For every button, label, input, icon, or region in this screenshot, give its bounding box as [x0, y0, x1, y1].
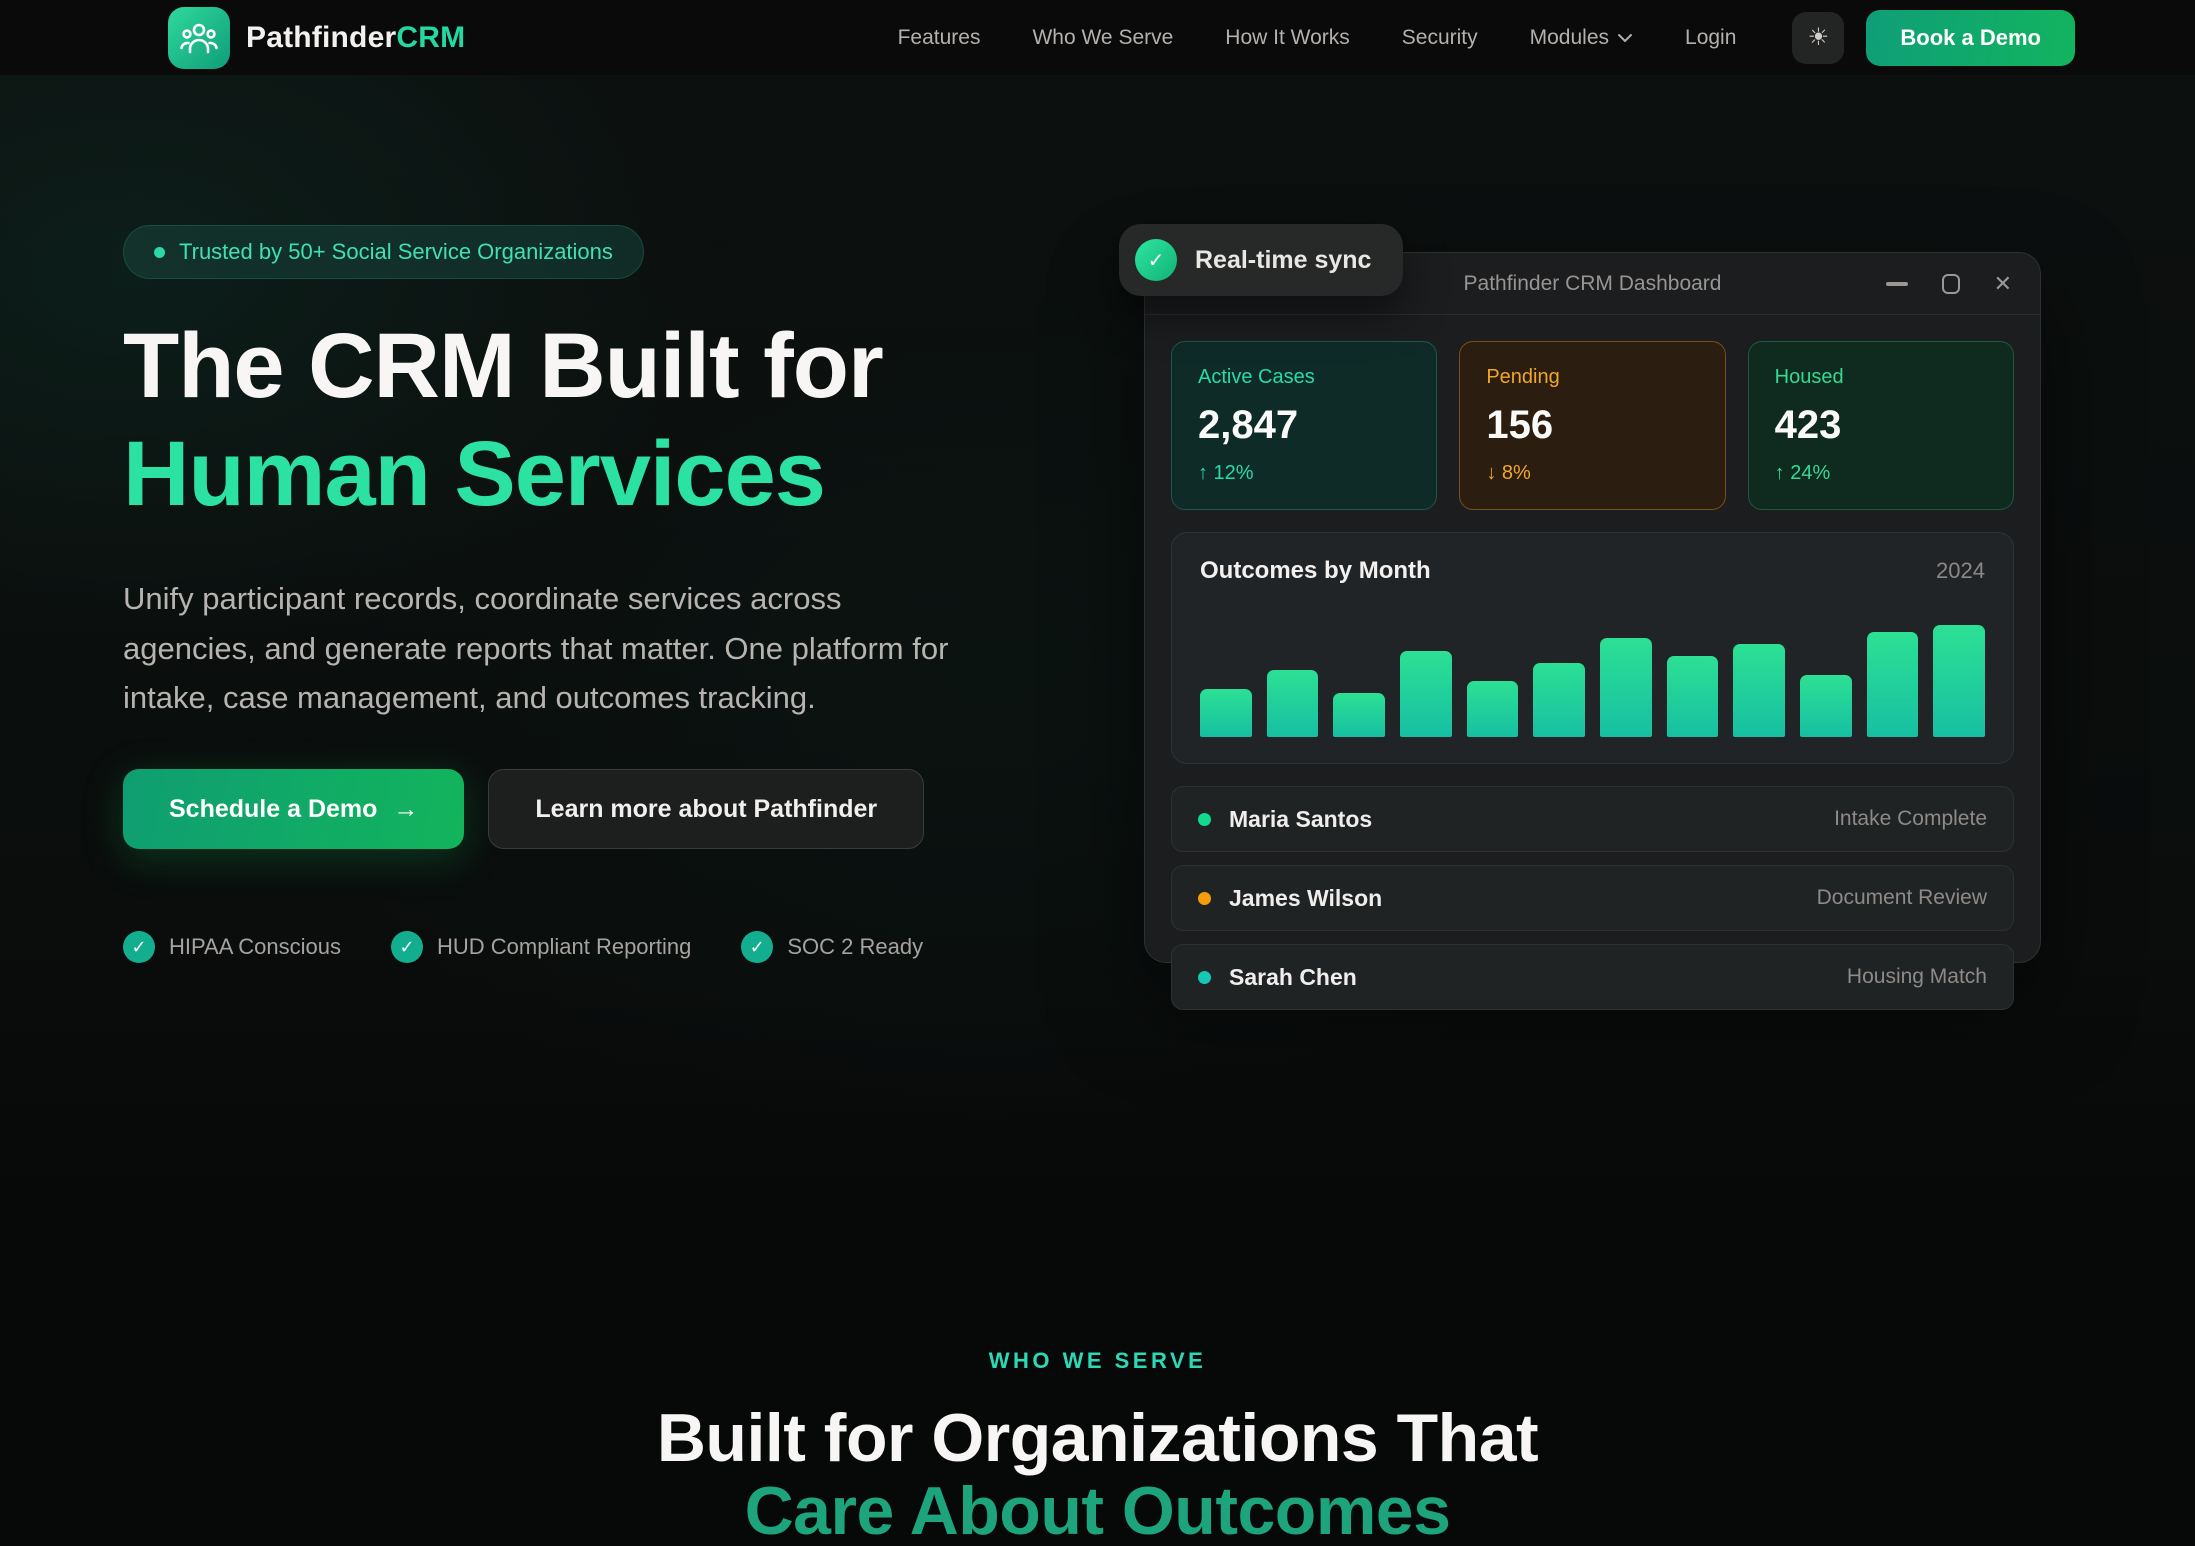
- check-circle-icon: ✓: [123, 931, 155, 963]
- hero-cta-row: Schedule a Demo → Learn more about Pathf…: [123, 769, 1023, 849]
- hero-content: Trusted by 50+ Social Service Organizati…: [123, 225, 1023, 963]
- trust-badges-row: ✓ HIPAA Conscious ✓ HUD Compliant Report…: [123, 931, 1023, 963]
- who-we-serve-section: WHO WE SERVE Built for Organizations Tha…: [0, 1176, 2195, 1546]
- outcome-bar: [1333, 693, 1385, 737]
- sync-label: Real-time sync: [1195, 246, 1371, 275]
- nav-item-who-we-serve[interactable]: Who We Serve: [1032, 26, 1173, 50]
- stat-card-active-cases: Active Cases 2,847 ↑ 12%: [1171, 341, 1437, 510]
- outcome-bar: [1400, 651, 1452, 737]
- nav-item-modules[interactable]: Modules: [1530, 26, 1633, 50]
- section-title: Built for Organizations That Care About …: [0, 1402, 2195, 1546]
- badge-dot: [154, 247, 165, 258]
- close-button[interactable]: ✕: [1994, 271, 2012, 297]
- hero-title: The CRM Built for Human Services: [123, 313, 1023, 528]
- window-body: Active Cases 2,847 ↑ 12% Pending 156 ↓ 8…: [1145, 315, 2040, 1036]
- hero-title-line1: The CRM Built for: [123, 315, 883, 417]
- stat-card-pending: Pending 156 ↓ 8%: [1459, 341, 1725, 510]
- nav-item-login[interactable]: Login: [1685, 26, 1736, 50]
- case-row-james-wilson[interactable]: James Wilson Document Review: [1171, 865, 2014, 931]
- section-eyebrow: WHO WE SERVE: [0, 1348, 2195, 1374]
- close-icon: ✕: [1994, 271, 2012, 297]
- outcome-bar: [1267, 670, 1319, 737]
- check-icon: ✓: [1135, 239, 1177, 281]
- stat-delta: ↑ 24%: [1775, 462, 1987, 485]
- chart-year-label: 2024: [1936, 558, 1985, 584]
- section-title-line1: Built for Organizations That: [657, 1400, 1538, 1476]
- status-dot: [1198, 892, 1211, 905]
- trust-item-hud: ✓ HUD Compliant Reporting: [391, 931, 691, 963]
- people-group-icon: [180, 21, 218, 55]
- top-navbar: PathfinderCRM Features Who We Serve How …: [0, 0, 2195, 75]
- outcome-bar: [1600, 638, 1652, 737]
- nav-actions: ☀ Book a Demo: [1792, 10, 2075, 66]
- nav-item-how-it-works[interactable]: How It Works: [1225, 26, 1349, 50]
- logo-icon: [168, 7, 230, 69]
- stat-value: 2,847: [1198, 403, 1410, 448]
- case-row-sarah-chen[interactable]: Sarah Chen Housing Match: [1171, 944, 2014, 1010]
- outcomes-chart-card: Outcomes by Month 2024: [1171, 532, 2014, 764]
- sun-icon: ☀: [1808, 23, 1830, 52]
- maximize-icon: [1942, 274, 1960, 294]
- status-dot: [1198, 971, 1211, 984]
- stat-card-housed: Housed 423 ↑ 24%: [1748, 341, 2014, 510]
- check-circle-icon: ✓: [391, 931, 423, 963]
- outcome-bar: [1667, 656, 1719, 737]
- hero-section: Trusted by 50+ Social Service Organizati…: [0, 75, 2195, 1176]
- outcome-bar: [1800, 675, 1852, 737]
- case-status: Document Review: [1817, 886, 1987, 910]
- case-row-maria-santos[interactable]: Maria Santos Intake Complete: [1171, 786, 2014, 852]
- dashboard-mock-window: ✓ Real-time sync Pathfinder CRM Dashboar…: [1144, 252, 2041, 963]
- outcome-bar: [1867, 632, 1919, 737]
- badge-label: Trusted by 50+ Social Service Organizati…: [179, 239, 613, 265]
- outcome-bar: [1733, 644, 1785, 737]
- hero-title-line2: Human Services: [123, 423, 825, 525]
- chart-title: Outcomes by Month: [1200, 557, 1431, 585]
- status-dot: [1198, 813, 1211, 826]
- nav-item-features[interactable]: Features: [898, 26, 981, 50]
- maximize-button[interactable]: [1942, 274, 1960, 294]
- minimize-icon: [1886, 282, 1908, 286]
- brand-logo[interactable]: PathfinderCRM: [168, 7, 465, 69]
- brand-name: PathfinderCRM: [246, 21, 465, 55]
- case-status: Intake Complete: [1834, 807, 1987, 831]
- trust-item-soc2: ✓ SOC 2 Ready: [741, 931, 923, 963]
- trusted-badge: Trusted by 50+ Social Service Organizati…: [123, 225, 644, 279]
- stat-value: 423: [1775, 403, 1987, 448]
- stat-delta: ↓ 8%: [1486, 462, 1698, 485]
- window-title: Pathfinder CRM Dashboard: [1464, 272, 1722, 296]
- theme-toggle-button[interactable]: ☀: [1792, 12, 1844, 64]
- recent-cases-list: Maria Santos Intake Complete James Wilso…: [1171, 786, 2014, 1010]
- section-title-line2: Care About Outcomes: [745, 1473, 1451, 1546]
- outcome-bar: [1933, 625, 1985, 737]
- chart-header: Outcomes by Month 2024: [1200, 557, 1985, 585]
- window-controls: ✕: [1886, 253, 2012, 315]
- learn-more-button[interactable]: Learn more about Pathfinder: [488, 769, 924, 849]
- stats-row: Active Cases 2,847 ↑ 12% Pending 156 ↓ 8…: [1171, 341, 2014, 510]
- stat-value: 156: [1486, 403, 1698, 448]
- chevron-down-icon: [1617, 33, 1633, 43]
- trust-item-hipaa: ✓ HIPAA Conscious: [123, 931, 341, 963]
- landing-page: PathfinderCRM Features Who We Serve How …: [0, 0, 2195, 1546]
- book-demo-button[interactable]: Book a Demo: [1866, 10, 2075, 66]
- nav-links: Features Who We Serve How It Works Secur…: [898, 26, 1737, 50]
- hero-description: Unify participant records, coordinate se…: [123, 574, 973, 723]
- realtime-sync-pill: ✓ Real-time sync: [1119, 224, 1403, 296]
- check-circle-icon: ✓: [741, 931, 773, 963]
- case-status: Housing Match: [1847, 965, 1987, 989]
- arrow-right-icon: →: [393, 795, 418, 824]
- schedule-demo-button[interactable]: Schedule a Demo →: [123, 769, 464, 849]
- minimize-button[interactable]: [1886, 282, 1908, 286]
- outcome-bar: [1533, 663, 1585, 737]
- nav-item-security[interactable]: Security: [1402, 26, 1478, 50]
- stat-delta: ↑ 12%: [1198, 462, 1410, 485]
- outcomes-bars: [1200, 625, 1985, 737]
- outcome-bar: [1467, 681, 1519, 737]
- outcome-bar: [1200, 689, 1252, 737]
